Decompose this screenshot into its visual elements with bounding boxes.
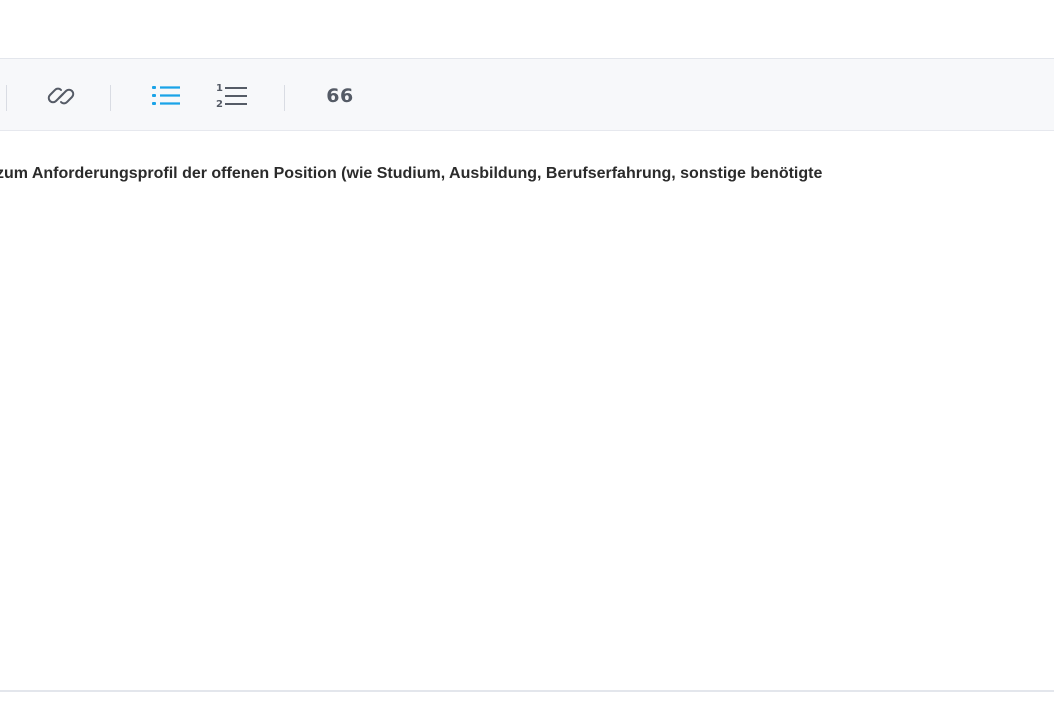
toolbar-separator bbox=[6, 85, 7, 111]
bullet-list-icon bbox=[149, 80, 183, 112]
editor-toolbar: 1 2 66 bbox=[0, 59, 1054, 131]
blockquote-icon: 66 bbox=[326, 85, 354, 107]
rich-text-editor: 1 2 66 zum Anforderungsprofil der offene… bbox=[0, 58, 1054, 692]
editor-content-area[interactable]: zum Anforderungsprofil der offenen Posit… bbox=[0, 131, 1054, 691]
numbered-list-digit: 2 bbox=[216, 99, 223, 110]
editor-content-text: zum Anforderungsprofil der offenen Posit… bbox=[0, 165, 823, 182]
numbered-list-digit: 1 bbox=[216, 83, 223, 94]
link-button[interactable] bbox=[44, 77, 78, 115]
toolbar-separator bbox=[110, 85, 111, 111]
blockquote-button[interactable]: 66 bbox=[322, 77, 358, 115]
bullet-list-button[interactable] bbox=[148, 77, 184, 115]
numbered-list-button[interactable]: 1 2 bbox=[212, 77, 250, 115]
numbered-list-icon: 1 2 bbox=[213, 79, 249, 113]
toolbar-separator bbox=[284, 85, 285, 111]
link-icon bbox=[46, 81, 76, 111]
